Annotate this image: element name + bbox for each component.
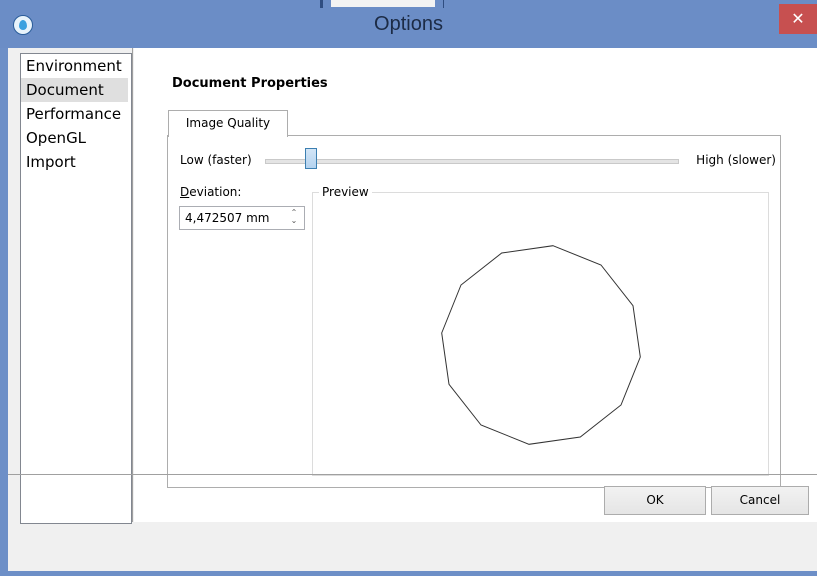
sidebar-item-document[interactable]: Document xyxy=(21,78,128,102)
slider-high-label: High (slower) xyxy=(696,153,776,167)
slider-low-label: Low (faster) xyxy=(180,153,252,167)
deviation-label-text: eviation: xyxy=(189,185,242,199)
deviation-label-mnemonic: D xyxy=(180,185,190,199)
sidebar-item-environment[interactable]: Environment xyxy=(21,54,131,78)
sidebar-item-import[interactable]: Import xyxy=(21,150,131,174)
splitter-line[interactable] xyxy=(132,48,133,522)
footer-separator xyxy=(8,474,817,475)
preview-canvas xyxy=(441,245,641,445)
options-category-list: Environment Document Performance OpenGL … xyxy=(20,53,132,524)
preview-group: Preview xyxy=(312,185,769,476)
sidebar-item-performance[interactable]: Performance xyxy=(21,102,131,126)
background-window-edge xyxy=(320,0,444,8)
window-title: Options xyxy=(374,13,443,35)
close-button[interactable]: ✕ xyxy=(779,4,817,34)
page-title: Document Properties xyxy=(172,76,328,91)
deviation-value[interactable]: 4,472507 mm xyxy=(185,211,269,225)
preview-polygon xyxy=(441,245,641,445)
spin-arrows[interactable]: ⌃ ⌄ xyxy=(290,209,298,225)
title-bar: Options ✕ xyxy=(0,0,817,48)
spin-down-icon[interactable]: ⌄ xyxy=(290,217,298,225)
quality-slider-thumb[interactable] xyxy=(305,148,317,169)
sidebar-item-opengl[interactable]: OpenGL xyxy=(21,126,131,150)
deviation-label: Deviation: xyxy=(180,185,241,199)
tab-image-quality[interactable]: Image Quality xyxy=(168,110,288,137)
settings-panel: Document Properties Image Quality Low (f… xyxy=(135,48,817,522)
cancel-button[interactable]: Cancel xyxy=(711,486,809,515)
ok-button[interactable]: OK xyxy=(604,486,706,515)
image-quality-panel: Low (faster) High (slower) Deviation: 4,… xyxy=(167,135,781,488)
quality-slider-track[interactable] xyxy=(265,159,679,164)
deviation-spinbox[interactable]: 4,472507 mm ⌃ ⌄ xyxy=(179,206,305,230)
